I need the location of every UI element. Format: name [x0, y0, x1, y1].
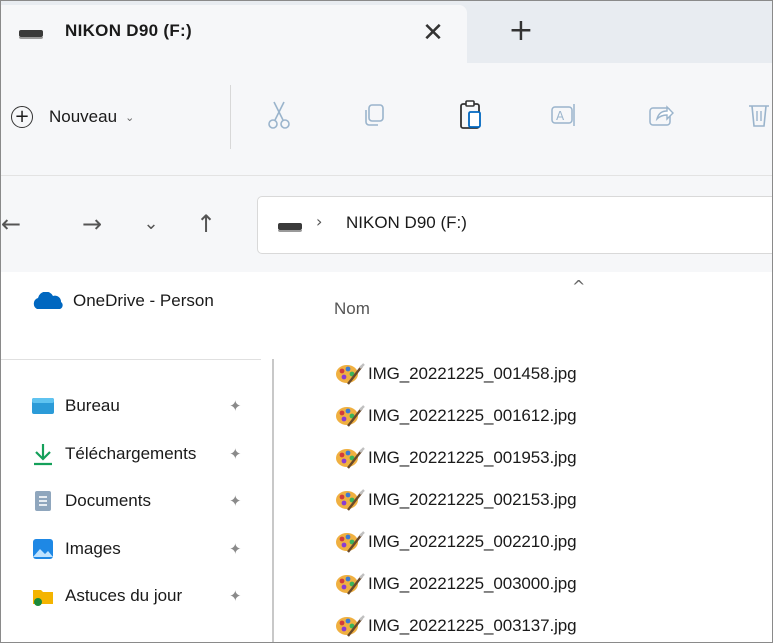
- delete-button[interactable]: [741, 97, 772, 133]
- file-name: IMG_20221225_002153.jpg: [368, 490, 577, 509]
- nav-item-bureau[interactable]: Bureau ✦: [31, 388, 271, 424]
- file-name: IMG_20221225_003137.jpg: [368, 616, 577, 635]
- back-button[interactable]: ←: [1, 206, 21, 242]
- explorer-window: NIKON D90 (F:) ✕ + + Nouveau ⌄ A ← → ⌄ ↑…: [0, 0, 773, 643]
- nav-item-astuces-du-jour[interactable]: Astuces du jour ✦: [31, 578, 271, 614]
- nav-item-images[interactable]: Images ✦: [31, 531, 271, 567]
- new-tab-button[interactable]: +: [503, 13, 539, 49]
- onedrive-label: OneDrive - Person: [73, 291, 214, 310]
- paste-button[interactable]: [453, 97, 489, 133]
- file-name: IMG_20221225_001458.jpg: [368, 364, 577, 383]
- nav-item-documents[interactable]: Documents ✦: [31, 483, 271, 519]
- tab-bar: NIKON D90 (F:) ✕ +: [1, 1, 772, 63]
- toolbar-divider: [230, 85, 231, 149]
- tab-nikon-d90[interactable]: NIKON D90 (F:) ✕: [1, 5, 467, 63]
- folder-icon: [33, 590, 53, 606]
- image-file-icon: [336, 489, 365, 511]
- cut-icon: [268, 101, 290, 129]
- pane-divider: [1, 359, 261, 360]
- image-file-icon: [336, 363, 365, 385]
- forward-button[interactable]: →: [77, 206, 107, 242]
- cut-button[interactable]: [261, 97, 297, 133]
- command-bar: + Nouveau ⌄ A: [1, 63, 772, 176]
- nav-label: Astuces du jour: [65, 586, 183, 605]
- drive-icon: [19, 30, 43, 39]
- desktop-icon: [32, 398, 54, 414]
- copy-icon: [365, 104, 384, 126]
- file-name: IMG_20221225_001953.jpg: [368, 448, 577, 467]
- pin-icon: ✦: [229, 446, 242, 463]
- pin-icon: ✦: [229, 493, 242, 510]
- pin-icon: ✦: [229, 541, 242, 558]
- new-button[interactable]: + Nouveau ⌄: [11, 97, 134, 137]
- nav-label: Bureau: [65, 396, 120, 415]
- image-file-icon: [336, 405, 365, 427]
- file-row[interactable]: IMG_20221225_002153.jpg: [334, 483, 754, 517]
- plus-circle-icon: +: [11, 106, 33, 128]
- main-area: OneDrive - Person Bureau ✦ Téléchargemen…: [1, 273, 772, 642]
- recent-locations-button[interactable]: ⌄: [139, 206, 163, 242]
- breadcrumb-drive[interactable]: NIKON D90 (F:): [346, 213, 467, 233]
- share-icon: [649, 105, 674, 126]
- rename-icon: A: [551, 104, 575, 126]
- file-row[interactable]: IMG_20221225_003137.jpg: [334, 609, 754, 642]
- paste-icon: [460, 100, 481, 129]
- pin-icon: ✦: [229, 588, 242, 605]
- up-button[interactable]: ↑: [191, 206, 221, 242]
- sort-ascending-icon: ^: [572, 277, 586, 296]
- pin-icon: ✦: [229, 398, 242, 415]
- image-file-icon: [336, 447, 365, 469]
- nav-item-telechargements[interactable]: Téléchargements ✦: [31, 436, 271, 472]
- address-field[interactable]: › NIKON D90 (F:): [257, 196, 772, 254]
- delete-icon: [749, 105, 769, 127]
- breadcrumb-separator: ›: [316, 212, 323, 231]
- pane-splitter[interactable]: [272, 359, 274, 642]
- file-name: IMG_20221225_002210.jpg: [368, 532, 577, 551]
- pictures-icon: [33, 539, 53, 559]
- file-row[interactable]: IMG_20221225_001612.jpg: [334, 399, 754, 433]
- nav-label: Téléchargements: [65, 444, 197, 463]
- column-header-name[interactable]: Nom: [334, 299, 370, 319]
- download-icon: [34, 444, 52, 466]
- copy-button[interactable]: [357, 97, 393, 133]
- navigation-pane: OneDrive - Person Bureau ✦ Téléchargemen…: [1, 273, 261, 642]
- close-tab-button[interactable]: ✕: [417, 15, 449, 51]
- rename-button[interactable]: A: [547, 97, 583, 133]
- new-label: Nouveau: [49, 107, 118, 126]
- file-name: IMG_20221225_001612.jpg: [368, 406, 577, 425]
- file-row[interactable]: IMG_20221225_001458.jpg: [334, 357, 754, 391]
- nav-label: Documents: [65, 491, 151, 510]
- file-name: IMG_20221225_003000.jpg: [368, 574, 577, 593]
- file-row[interactable]: IMG_20221225_003000.jpg: [334, 567, 754, 601]
- share-button[interactable]: [643, 97, 679, 133]
- cloud-icon: [33, 292, 63, 309]
- svg-text:A: A: [556, 109, 565, 123]
- chevron-down-icon: ⌄: [125, 110, 135, 124]
- tab-title: NIKON D90 (F:): [65, 21, 192, 40]
- image-file-icon: [336, 531, 365, 553]
- address-bar: ← → ⌄ ↑ › NIKON D90 (F:): [1, 176, 772, 272]
- image-file-icon: [336, 573, 365, 595]
- drive-icon: [278, 223, 302, 232]
- image-file-icon: [336, 615, 365, 637]
- file-row[interactable]: IMG_20221225_002210.jpg: [334, 525, 754, 559]
- documents-icon: [35, 491, 51, 511]
- nav-item-onedrive[interactable]: OneDrive - Person: [31, 291, 261, 311]
- file-row[interactable]: IMG_20221225_001953.jpg: [334, 441, 754, 475]
- nav-label: Images: [65, 539, 121, 558]
